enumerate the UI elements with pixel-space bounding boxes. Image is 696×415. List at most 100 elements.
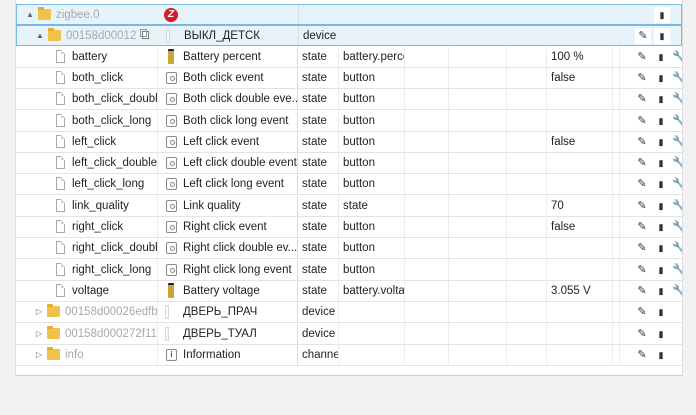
delete-button[interactable]: ▮ [653, 240, 669, 257]
edit-button[interactable]: ✎ [634, 48, 650, 65]
state-file-icon [56, 156, 65, 170]
edit-button[interactable]: ✎ [634, 325, 650, 342]
edit-button[interactable]: ✎ [634, 197, 650, 214]
settings-wrench-button[interactable]: 🔧 [672, 282, 682, 299]
tree-state-row[interactable]: right_click Right click event state button f… [16, 217, 682, 238]
empty-column-cell [449, 323, 507, 344]
empty-column-cell [507, 238, 547, 259]
tree-state-row[interactable]: both_click_double Both click double eve..… [16, 89, 682, 111]
delete-button[interactable]: ▮ [653, 346, 669, 363]
empty-column-cell [508, 5, 548, 24]
delete-button[interactable]: ▮ [653, 219, 669, 235]
object-description: ВЫКЛ_ДЕТСК [184, 30, 260, 43]
settings-wrench-button[interactable]: 🔧 [672, 133, 682, 150]
empty-column-cell [507, 195, 547, 216]
edit-button[interactable]: ✎ [634, 240, 650, 257]
object-role: button [339, 238, 405, 259]
row-actions: ✎▮🔧 [620, 174, 682, 194]
description-cell: ВЫКЛ_ДЕТСК [159, 26, 299, 46]
delete-button[interactable]: ▮ [653, 133, 669, 150]
expand-arrow-icon[interactable]: ▷ [34, 302, 44, 322]
empty-column-cell [507, 174, 547, 195]
row-actions: ✎ ▮ [620, 302, 682, 322]
edit-button[interactable]: ✎ [634, 219, 650, 235]
delete-button[interactable]: ▮ [653, 91, 669, 108]
empty-column-cell [613, 67, 620, 88]
edit-button[interactable]: ✎ [634, 155, 650, 172]
delete-button[interactable]: ▮ [653, 112, 669, 129]
tree-state-row[interactable]: battery Battery percent state battery.perce… [16, 46, 682, 68]
settings-wrench-button[interactable]: 🔧 [672, 69, 682, 86]
settings-wrench-button[interactable]: 🔧 [672, 219, 682, 235]
edit-button[interactable]: ✎ [634, 69, 650, 86]
empty-column-cell [613, 238, 620, 259]
folder-icon [47, 325, 60, 339]
delete-button[interactable]: ▮ [653, 325, 669, 342]
tree-state-row[interactable]: right_click_double Right click double ev.… [16, 238, 682, 260]
object-value [547, 238, 613, 259]
edit-button[interactable]: ✎ [634, 112, 650, 129]
actions-cell: ✎▮🔧 [620, 47, 682, 67]
delete-button[interactable]: ▮ [653, 197, 669, 214]
settings-wrench-button[interactable]: 🔧 [672, 48, 682, 65]
collapse-arrow-icon[interactable]: ▲ [35, 26, 45, 45]
tree-folder-row[interactable]: ▲ zigbee.0 Z ▮ [16, 4, 682, 25]
empty-column-cell [614, 26, 621, 46]
empty-column-cell [507, 323, 547, 344]
settings-wrench-button[interactable]: 🔧 [672, 240, 682, 257]
tree-folder-row[interactable]: ▷ 00158d000272f11 ДВЕРЬ_ТУАЛ device ✎ ▮ [16, 323, 682, 345]
edit-button[interactable]: ✎ [634, 133, 650, 150]
collapse-arrow-icon[interactable]: ▲ [25, 5, 35, 24]
delete-button[interactable]: ▮ [654, 7, 670, 23]
tree-state-row[interactable]: left_click_double Left click double event… [16, 153, 682, 175]
row-actions: ✎▮🔧 [620, 260, 682, 280]
tree-state-row[interactable]: left_click_long Left click long event stat… [16, 174, 682, 196]
description-cell: i Information [158, 344, 298, 365]
tree-state-row[interactable]: link_quality Link quality statestate 70 ✎▮🔧 [16, 195, 682, 217]
edit-button[interactable]: ✎ [634, 91, 650, 108]
expand-arrow-icon[interactable]: ▷ [34, 345, 44, 365]
tree-state-row[interactable]: right_click_long Right click long event st… [16, 259, 682, 281]
edit-button[interactable]: ✎ [634, 261, 650, 278]
tree-state-row[interactable]: both_click_long Both click long event stat… [16, 110, 682, 132]
object-description: Right click long event [183, 263, 292, 276]
object-value: false [547, 131, 613, 152]
tree-folder-row[interactable]: ▲ 00158d00012 ВЫКЛ_ДЕТСК device ✎ ▮ [16, 25, 682, 47]
delete-button[interactable]: ▮ [653, 304, 669, 321]
tree-state-row[interactable]: both_click Both click event state button fal… [16, 67, 682, 89]
settings-wrench-button[interactable]: 🔧 [672, 112, 682, 129]
delete-button[interactable]: ▮ [653, 282, 669, 299]
delete-button[interactable]: ▮ [653, 155, 669, 172]
settings-wrench-button[interactable]: 🔧 [672, 197, 682, 214]
empty-column-cell [405, 153, 449, 174]
button-icon [166, 114, 177, 127]
settings-wrench-button[interactable]: 🔧 [672, 176, 682, 193]
empty-column-cell [613, 259, 620, 280]
object-role [340, 26, 406, 46]
edit-button[interactable]: ✎ [635, 28, 651, 45]
object-type: state [298, 259, 339, 280]
name-cell: right_click [16, 217, 158, 237]
edit-button[interactable]: ✎ [634, 304, 650, 321]
expand-arrow-icon[interactable]: ▷ [34, 324, 44, 344]
empty-column-cell [507, 153, 547, 174]
delete-button[interactable]: ▮ [654, 28, 670, 45]
settings-wrench-button[interactable]: 🔧 [672, 91, 682, 108]
tree-folder-row[interactable]: ▷ info i Information channe ✎ ▮ [16, 344, 682, 366]
copy-icon[interactable] [140, 29, 149, 40]
delete-button[interactable]: ▮ [653, 176, 669, 193]
delete-button[interactable]: ▮ [653, 69, 669, 86]
delete-button[interactable]: ▮ [653, 261, 669, 278]
edit-button[interactable]: ✎ [634, 346, 650, 363]
settings-wrench-button[interactable]: 🔧 [672, 155, 682, 172]
empty-column-cell [449, 217, 507, 237]
battery-icon [168, 282, 174, 298]
empty-column-cell [405, 195, 449, 216]
tree-folder-row[interactable]: ▷ 00158d00026edfb ДВЕРЬ_ПРАЧ device ✎ ▮ [16, 302, 682, 324]
edit-button[interactable]: ✎ [634, 282, 650, 299]
settings-wrench-button[interactable]: 🔧 [672, 261, 682, 278]
tree-state-row[interactable]: left_click Left click event state button fal… [16, 131, 682, 153]
delete-button[interactable]: ▮ [653, 48, 669, 65]
edit-button[interactable]: ✎ [634, 176, 650, 193]
tree-state-row[interactable]: voltage Battery voltage state battery.volta… [16, 280, 682, 302]
